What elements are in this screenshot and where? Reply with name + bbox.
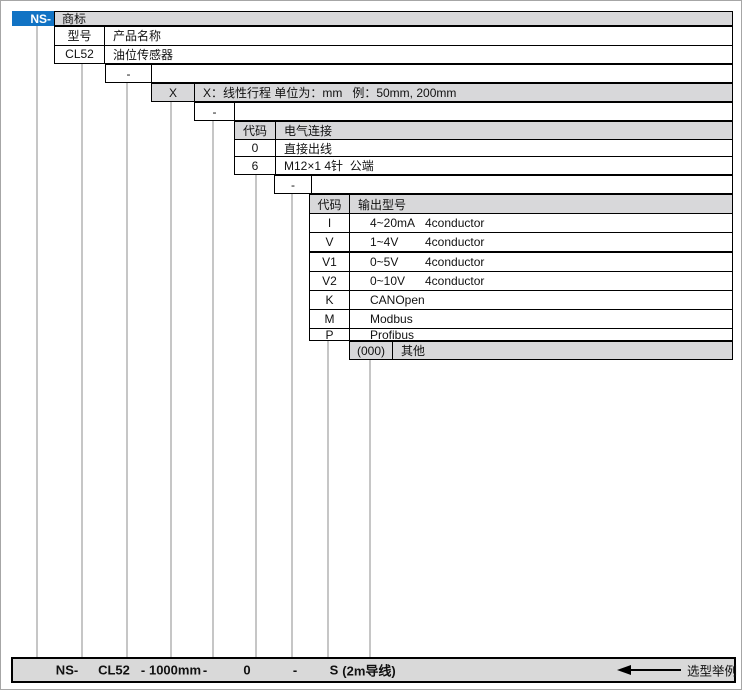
output-header: 代码 输出型号 [310,195,732,213]
output-value: 0~5V [370,255,425,269]
brand-code-box: NS- [12,11,54,26]
output-value: Modbus [370,312,413,326]
output-code: I [310,214,350,232]
example-item-dash: - [293,663,297,678]
left-arrow-icon [617,665,681,675]
electrical-desc: M12×1 4针 公端 [276,157,732,174]
output-desc: 4~20mA4conductor [350,214,732,232]
example-item-output: S [330,663,339,678]
example-item-stroke: 1000mm [149,663,201,678]
electrical-desc: 直接出线 [276,140,732,157]
output-suffix: 4conductor [425,274,484,288]
output-code: V2 [310,272,350,290]
output-suffix: 4conductor [425,216,484,230]
connector-line-brand [36,26,38,657]
output-desc: 1~4V4conductor [350,233,732,251]
connector-line-model [81,64,83,657]
stroke-desc: X：线性行程 单位为：mm 例：50mm, 200mm [195,84,732,101]
other-row: (000) 其他 [349,341,733,360]
output-code: M [310,310,350,328]
output-value: 4~20mA [370,216,425,230]
separator-dash: - [275,176,312,193]
electrical-header: 代码 电气连接 [235,122,732,139]
separator-row-2: - [194,102,733,121]
separator-dash: - [195,103,235,120]
stroke-code: X [152,84,195,101]
connector-line-sep3 [291,194,293,657]
output-code: K [310,291,350,309]
electrical-code: 6 [235,157,276,174]
output-suffix: 4conductor [425,235,484,249]
output-desc: 0~5V4conductor [350,253,732,271]
separator-dash: - [106,65,152,82]
output-desc: Modbus [350,310,732,328]
output-value: 1~4V [370,235,425,249]
connector-line-sep2 [212,121,214,657]
output-code: P [310,329,350,340]
output-header-code: 代码 [310,195,350,213]
example-item-dash: - [141,663,145,678]
model-header-code: 型号 [55,27,105,45]
output-desc: Profibus [350,329,732,340]
empty-cell [235,103,732,120]
connector-line-sep1 [126,83,128,657]
model-table: 型号 产品名称 CL52 油位传感器 [54,26,733,64]
model-code-diagram: NS- 商标 型号 产品名称 CL52 油位传感器 - X X：线性行程 单位为… [0,0,742,690]
other-label: 其他 [393,342,732,359]
example-bar: NS- CL52 - 1000mm - 0 - S (2m导线) 选型举例 [11,657,736,683]
output-suffix: 4conductor [425,255,484,269]
arrow-shaft [631,669,681,671]
example-item-dash: - [203,663,207,678]
separator-row-1: - [105,64,733,83]
example-item-brand: NS- [56,663,78,678]
electrical-code: 0 [235,140,276,157]
output-code: V [310,233,350,251]
connector-line-stroke [170,102,172,657]
brand-label-row: 商标 [54,11,733,26]
empty-cell [312,176,732,193]
output-header-label: 输出型号 [350,195,732,213]
output-row-k: K CANOpen [310,290,732,309]
model-table-header: 型号 产品名称 [55,27,732,45]
output-row-p: P Profibus [310,328,732,340]
electrical-row: 6 M12×1 4针 公端 [235,156,732,174]
output-row-i: I 4~20mA4conductor [310,213,732,232]
electrical-table: 代码 电气连接 0 直接出线 6 M12×1 4针 公端 [234,121,733,175]
output-table: 代码 输出型号 I 4~20mA4conductor V 1~4V4conduc… [309,194,733,341]
model-table-row: CL52 油位传感器 [55,45,732,64]
output-value: Profibus [370,328,414,342]
output-row-v: V 1~4V4conductor [310,232,732,251]
output-row-m: M Modbus [310,309,732,328]
other-code: (000) [350,342,393,359]
output-row-v2: V2 0~10V4conductor [310,271,732,290]
output-desc: 0~10V4conductor [350,272,732,290]
output-value: CANOpen [370,293,425,307]
connector-line-electrical [255,175,257,657]
output-row-v1: V1 0~5V4conductor [310,251,732,271]
example-item-model: CL52 [98,663,130,678]
arrow-head [617,665,631,675]
output-code: V1 [310,253,350,271]
output-value: 0~10V [370,274,425,288]
separator-row-3: - [274,175,733,194]
electrical-row: 0 直接出线 [235,139,732,157]
connector-line-other [369,360,371,657]
electrical-header-code: 代码 [235,122,276,139]
example-item-electrical: 0 [243,663,250,678]
example-item-note: (2m导线) [342,661,395,680]
brand-code: NS- [30,12,51,26]
output-desc: CANOpen [350,291,732,309]
model-code: CL52 [55,46,105,64]
empty-cell [152,65,732,82]
stroke-row: X X：线性行程 单位为：mm 例：50mm, 200mm [151,83,733,102]
brand-label: 商标 [55,10,732,27]
example-caption: 选型举例 [687,661,737,680]
product-name: 油位传感器 [105,46,732,64]
model-header-name: 产品名称 [105,27,732,45]
electrical-header-label: 电气连接 [276,122,732,139]
connector-line-output [327,341,329,657]
